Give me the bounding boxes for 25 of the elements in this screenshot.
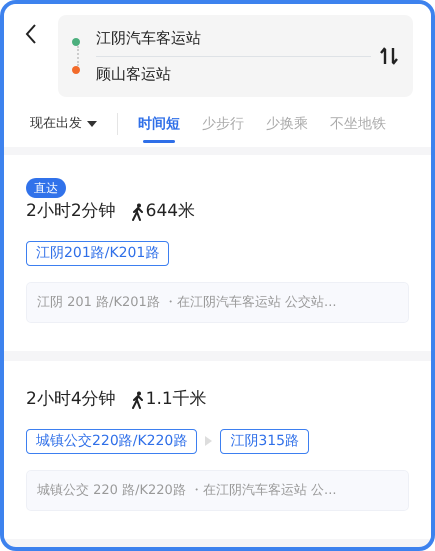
walk-distance-text: 1.1千米: [146, 388, 207, 411]
sort-tab[interactable]: 少换乘: [266, 114, 308, 142]
sort-tab[interactable]: 少步行: [202, 114, 244, 142]
sort-tab[interactable]: 时间短: [138, 114, 180, 142]
destination-field[interactable]: 顾山客运站: [96, 56, 371, 91]
duration-text: 2小时4分钟: [26, 388, 116, 411]
swap-icon[interactable]: [379, 46, 399, 66]
duration-text: 2小时2分钟: [26, 200, 116, 223]
walking-person-icon: [132, 390, 144, 409]
sort-tab[interactable]: 不坐地铁: [330, 114, 386, 142]
walk-distance-text: 644米: [146, 200, 196, 223]
route-summary: 城镇公交 220 路/K220路 ・在江阴汽车客运站 公...: [26, 470, 409, 511]
route-card[interactable]: 直达 2小时2分钟 644米 江阴201路/K201路 江阴 201 路/K201路 ・在江阴汽车客运站 公交站...: [4, 155, 431, 351]
bus-line-tag[interactable]: 江阴201路/K201路: [26, 240, 170, 266]
bus-line-tag[interactable]: 江阴315路: [220, 428, 310, 454]
direct-badge: 直达: [26, 178, 66, 198]
departure-time-dropdown[interactable]: 现在出发: [30, 114, 97, 142]
bus-line-tag[interactable]: 城镇公交220路/K220路: [26, 428, 198, 454]
transfer-arrow-icon: [205, 436, 212, 446]
origin-field[interactable]: 江阴汽车客运站: [96, 21, 371, 56]
caret-icon: [87, 121, 97, 127]
route-card[interactable]: 2小时4分钟 1.1千米 城镇公交220路/K220路 江阴315路 城镇公交 220 路/K220路 ・在江阴汽车客运站 公...: [4, 361, 431, 539]
route-summary: 江阴 201 路/K201路 ・在江阴汽车客运站 公交站...: [26, 282, 409, 323]
walking-person-icon: [132, 202, 144, 221]
back-icon[interactable]: [24, 23, 38, 45]
